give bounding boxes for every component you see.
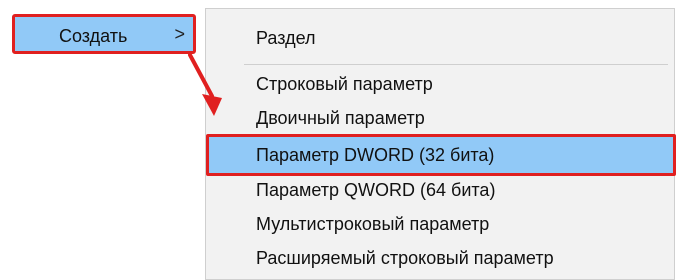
menu-separator [244, 64, 668, 65]
submenu-item-dword-value[interactable]: Параметр DWORD (32 бита) [206, 134, 676, 176]
submenu-item-expandable-string-value[interactable]: Расширяемый строковый параметр [206, 241, 674, 275]
submenu-item-binary-value[interactable]: Двоичный параметр [206, 101, 674, 135]
submenu-item-label: Двоичный параметр [256, 108, 425, 128]
submenu-item-key[interactable]: Раздел [206, 21, 674, 55]
create-menu-item[interactable]: Создать > [12, 14, 196, 54]
create-submenu: Раздел Строковый параметр Двоичный парам… [205, 8, 676, 280]
submenu-item-string-value[interactable]: Строковый параметр [206, 67, 674, 101]
parent-context-menu: Создать > [0, 0, 205, 278]
submenu-item-label: Мультистроковый параметр [256, 214, 490, 234]
submenu-item-label: Параметр DWORD (32 бита) [256, 145, 495, 165]
submenu-item-qword-value[interactable]: Параметр QWORD (64 бита) [206, 173, 674, 207]
chevron-right-icon: > [174, 24, 185, 44]
submenu-item-label: Строковый параметр [256, 74, 433, 94]
create-menu-item-label: Создать [59, 26, 128, 46]
submenu-item-label: Раздел [256, 28, 316, 48]
submenu-item-label: Расширяемый строковый параметр [256, 248, 554, 268]
submenu-item-multi-string-value[interactable]: Мультистроковый параметр [206, 207, 674, 241]
submenu-item-label: Параметр QWORD (64 бита) [256, 180, 496, 200]
